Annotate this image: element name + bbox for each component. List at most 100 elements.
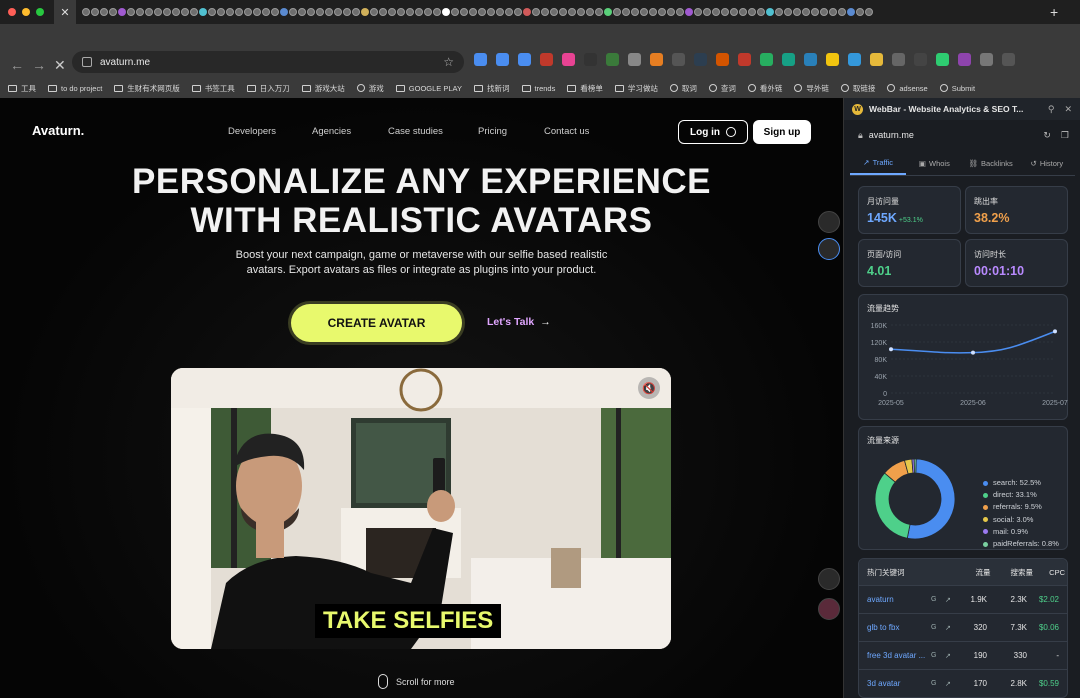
pinned-tab-icon[interactable] bbox=[856, 8, 864, 16]
back-icon[interactable]: ← bbox=[10, 57, 24, 73]
pinned-tab-icon[interactable] bbox=[199, 8, 207, 16]
pinned-tab-icon[interactable] bbox=[316, 8, 324, 16]
pinned-tab-icon[interactable] bbox=[190, 8, 198, 16]
pinned-tab-icon[interactable] bbox=[766, 8, 774, 16]
pinned-tab-icon[interactable] bbox=[181, 8, 189, 16]
bookmark-item[interactable]: 找新词 bbox=[474, 83, 510, 94]
pinned-tab-icon[interactable] bbox=[775, 8, 783, 16]
pinned-tab-icon[interactable] bbox=[163, 8, 171, 16]
pinned-tab-icon[interactable] bbox=[532, 8, 540, 16]
pinned-tab-icon[interactable] bbox=[865, 8, 873, 16]
extension-icon[interactable] bbox=[980, 53, 993, 66]
pinned-tab-icon[interactable] bbox=[694, 8, 702, 16]
keyword-text[interactable]: free 3d avatar ... bbox=[859, 651, 931, 660]
nav-pricing[interactable]: Pricing bbox=[478, 126, 507, 137]
tab-backlinks[interactable]: ⛓ Backlinks bbox=[963, 152, 1019, 175]
keyword-row[interactable]: 3d avatar G ↗ 170 2.8K $0.59 bbox=[859, 669, 1067, 697]
pinned-tab-icon[interactable] bbox=[289, 8, 297, 16]
pinned-tab-icon[interactable] bbox=[703, 8, 711, 16]
pinned-tab-icon[interactable] bbox=[847, 8, 855, 16]
bookmark-item[interactable]: 查词 bbox=[708, 83, 736, 94]
pinned-tab-icon[interactable] bbox=[730, 8, 738, 16]
pinned-tab-icon[interactable] bbox=[145, 8, 153, 16]
bookmark-item[interactable]: 日入万刀 bbox=[246, 83, 290, 94]
extension-icon[interactable] bbox=[540, 53, 553, 66]
pinned-tab-icon[interactable] bbox=[109, 8, 117, 16]
tab-history[interactable]: ↺ History bbox=[1019, 152, 1075, 175]
extension-icon[interactable] bbox=[496, 53, 509, 66]
translate-icon[interactable] bbox=[818, 211, 840, 233]
pinned-tab-icon[interactable] bbox=[577, 8, 585, 16]
pinned-tab-icon[interactable] bbox=[550, 8, 558, 16]
pinned-tab-icon[interactable] bbox=[604, 8, 612, 16]
extension-icon[interactable] bbox=[738, 53, 751, 66]
extension-icon[interactable] bbox=[606, 53, 619, 66]
keyword-text[interactable]: 3d avatar bbox=[859, 679, 931, 688]
google-icon[interactable]: G bbox=[931, 652, 945, 659]
copy-icon[interactable]: ❐ bbox=[1061, 130, 1069, 141]
pinned-tab-icon[interactable] bbox=[523, 8, 531, 16]
extension-icon[interactable] bbox=[650, 53, 663, 66]
bookmark-item[interactable]: 生财有术网页版 bbox=[114, 83, 180, 94]
extension-icon[interactable] bbox=[628, 53, 641, 66]
bookmark-item[interactable]: 工具 bbox=[8, 83, 36, 94]
pinned-tab-icon[interactable] bbox=[838, 8, 846, 16]
stop-loading-icon[interactable]: ✕ bbox=[54, 57, 66, 74]
pinned-tab-icon[interactable] bbox=[541, 8, 549, 16]
pinned-tab-icon[interactable] bbox=[82, 8, 90, 16]
pinned-tab-icon[interactable] bbox=[208, 8, 216, 16]
minimize-window-button[interactable] bbox=[22, 8, 30, 16]
pinned-tab-icon[interactable] bbox=[307, 8, 315, 16]
mute-icon[interactable]: 🔇 bbox=[638, 377, 660, 399]
pinned-tab-icon[interactable] bbox=[784, 8, 792, 16]
pinned-tab-icon[interactable] bbox=[505, 8, 513, 16]
pinned-tab-icon[interactable] bbox=[217, 8, 225, 16]
extension-icon[interactable] bbox=[848, 53, 861, 66]
pinned-tab-icon[interactable] bbox=[298, 8, 306, 16]
extension-icon[interactable] bbox=[716, 53, 729, 66]
address-bar[interactable]: avaturn.me ☆ bbox=[72, 51, 464, 73]
bookmark-item[interactable]: to do project bbox=[48, 84, 102, 93]
create-avatar-button[interactable]: CREATE AVATAR bbox=[291, 304, 462, 342]
pinned-tab-icon[interactable] bbox=[667, 8, 675, 16]
pinned-tab-icon[interactable] bbox=[280, 8, 288, 16]
bookmark-item[interactable]: 取词 bbox=[669, 83, 697, 94]
extension-icon[interactable] bbox=[826, 53, 839, 66]
login-button[interactable]: Log in bbox=[678, 120, 748, 144]
pinned-tab-icon[interactable] bbox=[253, 8, 261, 16]
pinned-tab-icon[interactable] bbox=[325, 8, 333, 16]
trend-icon[interactable]: ↗ bbox=[945, 652, 959, 660]
trend-icon[interactable]: ↗ bbox=[945, 624, 959, 632]
bookmark-item[interactable]: 看外链 bbox=[747, 83, 782, 94]
pinned-tab-icon[interactable] bbox=[469, 8, 477, 16]
pinned-tab-icon[interactable] bbox=[685, 8, 693, 16]
bookmark-item[interactable]: Submit bbox=[939, 84, 975, 93]
new-tab-button[interactable]: + bbox=[1050, 4, 1058, 20]
refresh-icon[interactable]: ↻ bbox=[1043, 130, 1051, 141]
maximize-window-button[interactable] bbox=[36, 8, 44, 16]
pinned-tab-icon[interactable] bbox=[613, 8, 621, 16]
pinned-tab-icon[interactable] bbox=[649, 8, 657, 16]
bookmark-item[interactable]: 看榜单 bbox=[567, 83, 603, 94]
pinned-tab-icon[interactable] bbox=[271, 8, 279, 16]
pinned-tab-icon[interactable] bbox=[631, 8, 639, 16]
nav-developers[interactable]: Developers bbox=[228, 126, 276, 137]
pinned-tab-icon[interactable] bbox=[712, 8, 720, 16]
hero-video[interactable]: TAKE SELFIES 🔇 bbox=[171, 368, 671, 649]
translate-float-icon[interactable] bbox=[818, 598, 840, 620]
pinned-tab-icon[interactable] bbox=[379, 8, 387, 16]
pinned-tab-icon[interactable] bbox=[154, 8, 162, 16]
pinned-tab-icon[interactable] bbox=[334, 8, 342, 16]
extension-icon[interactable] bbox=[760, 53, 773, 66]
extension-icon[interactable] bbox=[782, 53, 795, 66]
bookmark-item[interactable]: adsense bbox=[887, 84, 928, 93]
pinned-tab-icon[interactable] bbox=[496, 8, 504, 16]
pinned-tab-icon[interactable] bbox=[568, 8, 576, 16]
close-tab-icon[interactable]: ✕ bbox=[60, 6, 69, 19]
extension-icon[interactable] bbox=[474, 53, 487, 66]
bookmark-item[interactable]: 游戏 bbox=[356, 83, 384, 94]
pinned-tab-icon[interactable] bbox=[424, 8, 432, 16]
keyword-text[interactable]: avaturn bbox=[859, 595, 931, 604]
pinned-tab-icon[interactable] bbox=[721, 8, 729, 16]
bookmark-item[interactable]: GOOGLE PLAY bbox=[395, 84, 462, 93]
